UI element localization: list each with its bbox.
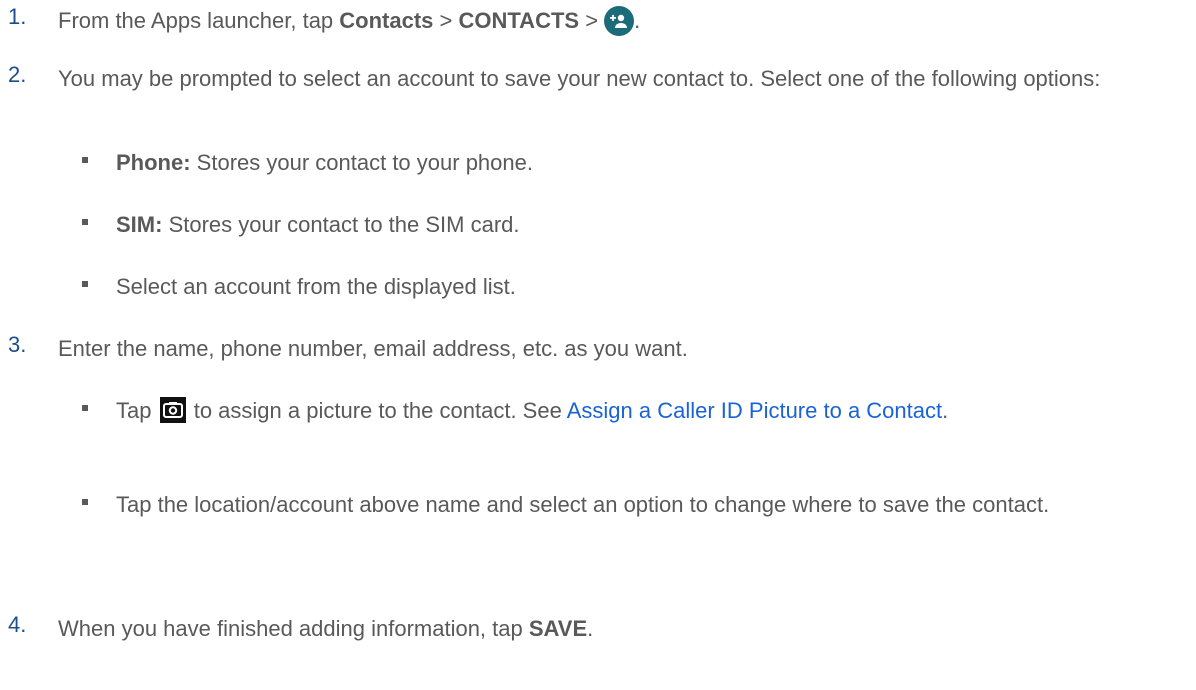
step-text-part: When you have finished adding informatio… (58, 616, 529, 641)
bullet-icon (82, 405, 88, 411)
save-label: SAVE (528, 616, 588, 641)
bullet-text: Select an account from the displayed lis… (116, 274, 516, 299)
bullet-desc: Stores your contact to the SIM card. (162, 212, 520, 237)
bullet-desc: . (942, 398, 949, 423)
step-text-part: > (433, 8, 459, 33)
step-text-part: . (634, 8, 641, 33)
bullet-icon (82, 499, 88, 505)
bullet-desc: Stores your contact to your phone. (190, 150, 533, 175)
bullet-text: Tap the location/account above name and … (116, 492, 1050, 517)
step-text-part: > (579, 8, 605, 33)
bullet-text: Tap to assign a picture to the contact. … (116, 394, 1186, 427)
step-number: 4. (8, 612, 27, 637)
bullet-icon (82, 219, 88, 225)
camera-icon (159, 397, 186, 423)
bullet-icon (82, 157, 88, 163)
step-text: When you have finished adding informatio… (58, 612, 1168, 645)
bullet-bold: SIM: (116, 212, 163, 237)
step-number: 3. (8, 332, 27, 357)
step-text: Enter the name, phone number, email addr… (58, 336, 688, 361)
step-text-part: From the Apps launcher, tap (58, 8, 340, 33)
step-number: 1. (8, 4, 27, 29)
step-text: From the Apps launcher, tap Contacts > C… (58, 4, 1168, 37)
bullet-icon (82, 281, 88, 287)
instructions-page: 1. From the Apps launcher, tap Contacts … (0, 0, 1196, 690)
caller-id-picture-link[interactable]: Assign a Caller ID Picture to a Contact (567, 398, 942, 423)
step-text: You may be prompted to select an account… (58, 66, 1101, 91)
step-text-part: . (587, 616, 594, 641)
contacts-tab-label: CONTACTS (458, 8, 580, 33)
bullet-bold: Phone: (116, 150, 191, 175)
bullet-text: SIM: Stores your contact to the SIM card… (116, 208, 1186, 241)
step-number: 2. (8, 62, 27, 87)
bullet-desc: Tap (116, 398, 158, 423)
bullet-desc: to assign a picture to the contact. See (187, 398, 567, 423)
add-contact-icon (604, 6, 635, 36)
bullet-text: Phone: Stores your contact to your phone… (116, 146, 1186, 179)
contacts-label: Contacts (339, 8, 434, 33)
